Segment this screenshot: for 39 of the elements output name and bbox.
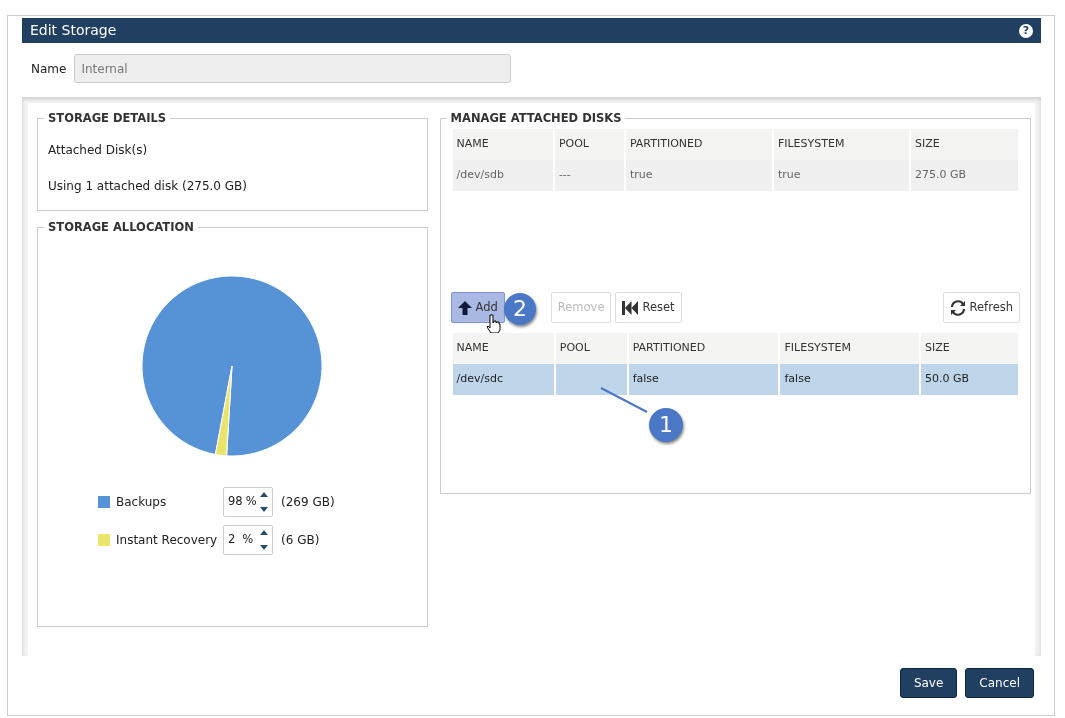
column-header: NAME [452, 333, 554, 364]
help-icon[interactable]: ? [1019, 23, 1033, 38]
refresh-button[interactable]: Refresh [942, 292, 1020, 323]
column-header: PARTITIONED [625, 129, 772, 160]
column-header: NAME [452, 129, 553, 160]
column-header: PARTITIONED [628, 333, 779, 364]
toolbar-button[interactable]: Add [450, 292, 505, 323]
cancel-button[interactable]: Cancel [965, 668, 1034, 698]
column-header: FILESYSTEM [773, 129, 909, 160]
column-header: POOL [554, 129, 624, 160]
spinner-value: 2 [228, 531, 236, 549]
table-cell[interactable]: true [773, 160, 909, 191]
table-cell[interactable]: false [780, 364, 920, 395]
detail-text: Attached Disk(s) [48, 142, 149, 159]
table-cell[interactable]: false [628, 364, 779, 395]
table-cell[interactable]: /dev/sdb [452, 160, 553, 191]
toolbar-button[interactable]: Reset [615, 292, 682, 323]
legend-label: Backups [116, 494, 168, 511]
percent-spinner[interactable]: 2 % [223, 525, 273, 555]
spinner-value: 98 [228, 493, 243, 511]
table-cell[interactable]: true [625, 160, 772, 191]
detail-text: Using 1 attached disk (275.0 GB) [48, 178, 249, 195]
field-label: Name [31, 60, 67, 78]
size-label: (6 GB) [281, 532, 320, 549]
unit-label: % [245, 493, 257, 511]
table-cell[interactable]: 275.0 GB [910, 160, 1018, 191]
legend-label: Instant Recovery [116, 532, 219, 549]
unit-label: % [242, 531, 254, 549]
column-header: FILESYSTEM [780, 333, 920, 364]
size-label: (269 GB) [281, 494, 335, 511]
window-title: Edit Storage [30, 21, 117, 40]
table-cell[interactable]: --- [554, 160, 624, 191]
table-cell[interactable]: /dev/sdc [452, 364, 554, 395]
save-button[interactable]: Save [899, 668, 958, 698]
column-header: POOL [555, 333, 627, 364]
table-cell[interactable]: 50.0 GB [921, 364, 1018, 395]
column-header: SIZE [910, 129, 1018, 160]
percent-spinner[interactable]: 98 % [223, 487, 273, 517]
column-header: SIZE [921, 333, 1018, 364]
